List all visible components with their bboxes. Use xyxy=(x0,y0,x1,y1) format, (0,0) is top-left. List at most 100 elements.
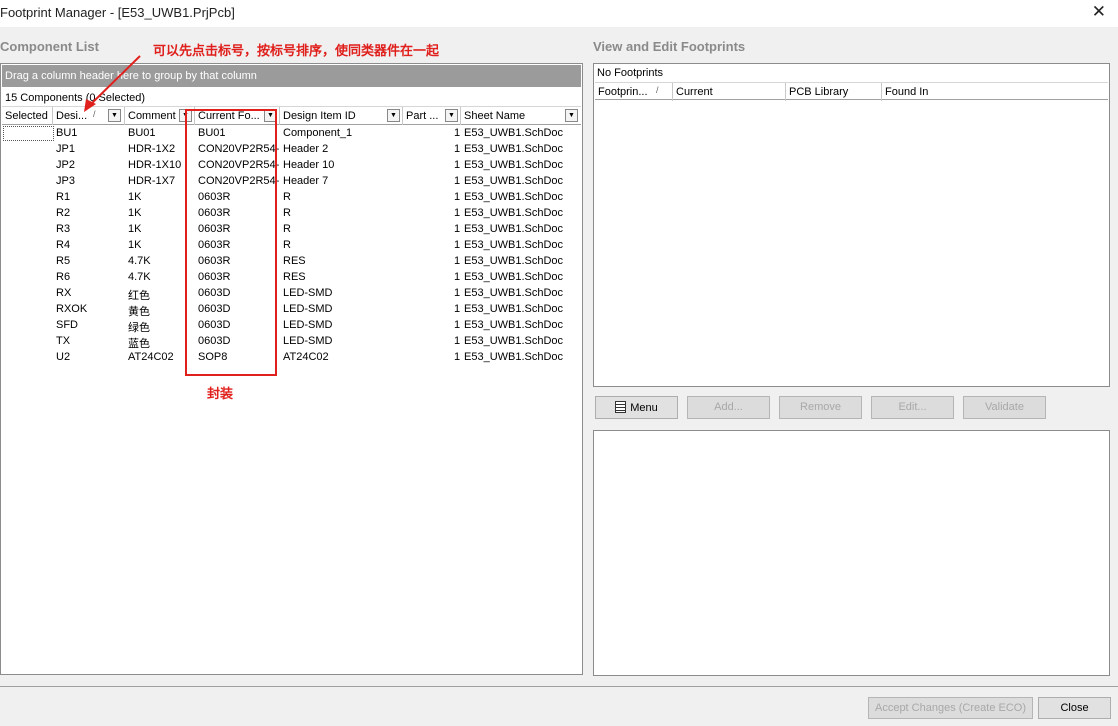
filter-dropdown-icon[interactable]: ▼ xyxy=(565,109,578,122)
cell-comment: 绿色 xyxy=(128,322,150,334)
cell-designator: RX xyxy=(56,287,72,299)
filter-dropdown-icon[interactable]: ▼ xyxy=(445,109,458,122)
component-list-grid: Drag a column header here to group by th… xyxy=(0,63,583,675)
fp-col-current[interactable]: Current xyxy=(673,83,786,101)
focus-cell[interactable] xyxy=(3,126,54,141)
cell-designator: BU1 xyxy=(56,127,78,139)
table-row[interactable]: TX 蓝色 0603D LED-SMD 1 E53_UWB1.SchDoc xyxy=(2,334,581,350)
sort-asc-icon: / xyxy=(93,109,96,119)
cell-comment: HDR-1X7 xyxy=(128,175,176,187)
table-row[interactable]: JP3 HDR-1X7 CON20VP2R54-I Header 7 1 E53_UWB1… xyxy=(2,174,581,190)
cell-design-item-id: Header 2 xyxy=(283,143,329,155)
cell-designator: R4 xyxy=(56,239,71,251)
bottom-divider xyxy=(0,686,1118,687)
col-header-designator[interactable]: Desi... / ▼ xyxy=(53,107,125,125)
col-header-design-item-id[interactable]: Design Item ID ▼ xyxy=(280,107,403,125)
cell-design-item-id: LED-SMD xyxy=(283,287,333,299)
window-close-icon[interactable]: ✕ xyxy=(1092,2,1106,22)
col-header-sheet-name[interactable]: Sheet Name ▼ xyxy=(461,107,583,125)
component-header-row: Selected Desi... / ▼ Comment ▼ Current F… xyxy=(2,107,581,125)
menu-button[interactable]: Menu xyxy=(595,396,678,419)
cell-comment: 红色 xyxy=(128,290,150,302)
cell-part: 1 xyxy=(454,127,461,139)
cell-designator: U2 xyxy=(56,351,71,363)
table-row[interactable]: JP1 HDR-1X2 CON20VP2R54-I Header 2 1 E53_UWB1… xyxy=(2,142,581,158)
cell-designator: R5 xyxy=(56,255,71,267)
close-button[interactable]: Close xyxy=(1038,697,1111,719)
cell-designator: R3 xyxy=(56,223,71,235)
cell-sheet-name: E53_UWB1.SchDoc xyxy=(464,175,564,187)
table-row[interactable]: R3 1K 0603R R 1 E53_UWB1.SchDoc xyxy=(2,222,581,238)
cell-comment: 黄色 xyxy=(128,306,150,318)
col-header-part[interactable]: Part ... ▼ xyxy=(403,107,461,125)
accept-changes-button[interactable]: Accept Changes (Create ECO) xyxy=(868,697,1033,719)
footprints-title: View and Edit Footprints xyxy=(593,39,746,54)
cell-sheet-name: E53_UWB1.SchDoc xyxy=(464,271,564,283)
cell-designator: JP2 xyxy=(56,159,75,171)
table-row[interactable]: JP2 HDR-1X10 CON20VP2R54-I Header 10 1 E53_UW… xyxy=(2,158,581,174)
filter-dropdown-icon[interactable]: ▼ xyxy=(108,109,121,122)
cell-part: 1 xyxy=(454,207,461,219)
table-row[interactable]: R2 1K 0603R R 1 E53_UWB1.SchDoc xyxy=(2,206,581,222)
cell-designator: R6 xyxy=(56,271,71,283)
cell-part: 1 xyxy=(454,319,461,331)
cell-designator: RXOK xyxy=(56,303,88,315)
cell-design-item-id: R xyxy=(283,191,291,203)
table-row[interactable]: U2 AT24C02 SOP8 AT24C02 1 E53_UWB1.SchDoc xyxy=(2,350,581,366)
cell-part: 1 xyxy=(454,175,461,187)
filter-dropdown-icon[interactable]: ▼ xyxy=(387,109,400,122)
cell-design-item-id: R xyxy=(283,239,291,251)
group-by-bar[interactable]: Drag a column header here to group by th… xyxy=(2,65,581,87)
cell-designator: R1 xyxy=(56,191,71,203)
cell-comment: 4.7K xyxy=(128,271,151,283)
fp-col-pcb-library[interactable]: PCB Library xyxy=(786,83,882,101)
cell-comment: AT24C02 xyxy=(128,351,174,363)
cell-sheet-name: E53_UWB1.SchDoc xyxy=(464,319,564,331)
cell-comment: 4.7K xyxy=(128,255,151,267)
fp-col-found-in[interactable]: Found In xyxy=(882,83,1110,101)
table-row[interactable]: RX 红色 0603D LED-SMD 1 E53_UWB1.SchDoc xyxy=(2,286,581,302)
validate-button[interactable]: Validate xyxy=(963,396,1046,419)
cell-sheet-name: E53_UWB1.SchDoc xyxy=(464,303,564,315)
table-row[interactable]: R6 4.7K 0603R RES 1 E53_UWB1.SchDoc xyxy=(2,270,581,286)
cell-comment: HDR-1X2 xyxy=(128,143,176,155)
cell-design-item-id: LED-SMD xyxy=(283,303,333,315)
cell-sheet-name: E53_UWB1.SchDoc xyxy=(464,159,564,171)
cell-sheet-name: E53_UWB1.SchDoc xyxy=(464,287,564,299)
cell-design-item-id: R xyxy=(283,223,291,235)
footprint-preview xyxy=(593,430,1110,676)
cell-sheet-name: E53_UWB1.SchDoc xyxy=(464,255,564,267)
cell-part: 1 xyxy=(454,335,461,347)
table-row[interactable]: R1 1K 0603R R 1 E53_UWB1.SchDoc xyxy=(2,190,581,206)
menu-icon xyxy=(615,401,627,413)
cell-comment: HDR-1X10 xyxy=(128,159,182,171)
table-row[interactable]: R4 1K 0603R R 1 E53_UWB1.SchDoc xyxy=(2,238,581,254)
cell-design-item-id: Header 7 xyxy=(283,175,329,187)
cell-designator: SFD xyxy=(56,319,78,331)
cell-sheet-name: E53_UWB1.SchDoc xyxy=(464,191,564,203)
cell-designator: JP3 xyxy=(56,175,75,187)
cell-sheet-name: E53_UWB1.SchDoc xyxy=(464,207,564,219)
add-button[interactable]: Add... xyxy=(687,396,770,419)
cell-sheet-name: E53_UWB1.SchDoc xyxy=(464,127,564,139)
cell-design-item-id: LED-SMD xyxy=(283,335,333,347)
cell-sheet-name: E53_UWB1.SchDoc xyxy=(464,143,564,155)
cell-part: 1 xyxy=(454,255,461,267)
cell-comment: 1K xyxy=(128,191,142,203)
fp-col-footprint[interactable]: Footprin... / xyxy=(595,83,673,101)
cell-comment: 1K xyxy=(128,223,142,235)
cell-design-item-id: R xyxy=(283,207,291,219)
table-row[interactable]: BU1 BU01 BU01 Component_1 1 E53_UWB1.SchDoc xyxy=(2,126,581,142)
footprints-grid: No Footprints Footprin... / Current PCB … xyxy=(593,63,1110,387)
col-header-selected[interactable]: Selected xyxy=(2,107,53,125)
cell-designator: TX xyxy=(56,335,71,347)
table-row[interactable]: RXOK 黄色 0603D LED-SMD 1 E53_UWB1.SchDoc xyxy=(2,302,581,318)
cell-part: 1 xyxy=(454,351,461,363)
cell-designator: R2 xyxy=(56,207,71,219)
remove-button[interactable]: Remove xyxy=(779,396,862,419)
cell-part: 1 xyxy=(454,223,461,235)
table-row[interactable]: SFD 绿色 0603D LED-SMD 1 E53_UWB1.SchDoc xyxy=(2,318,581,334)
table-row[interactable]: R5 4.7K 0603R RES 1 E53_UWB1.SchDoc xyxy=(2,254,581,270)
component-list-title: Component List xyxy=(0,39,99,54)
edit-button[interactable]: Edit... xyxy=(871,396,954,419)
